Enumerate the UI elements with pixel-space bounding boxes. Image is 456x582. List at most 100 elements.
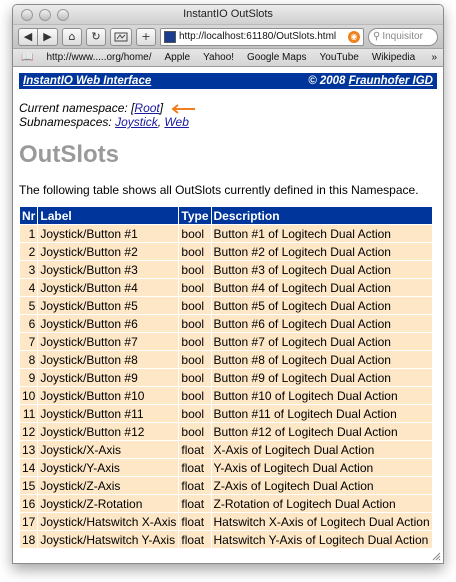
- home-button[interactable]: ⌂: [62, 27, 82, 46]
- cell-type: float: [179, 459, 211, 476]
- page-content: InstantIO Web Interface © 2008 Fraunhofe…: [13, 67, 443, 549]
- cell-type: bool: [179, 279, 211, 296]
- current-namespace-line: Current namespace: [Root]: [19, 101, 437, 115]
- table-row: 1 Joystick/Button #1 bool Button #1 of Logi…: [20, 225, 432, 242]
- cell-nr: 12: [20, 423, 38, 440]
- table-row: 7 Joystick/Button #7 bool Button #7 of Logi…: [20, 333, 432, 350]
- cell-type: float: [179, 531, 211, 548]
- search-icon: ⚲: [373, 31, 381, 42]
- cell-type: float: [179, 513, 211, 530]
- site-favicon-icon: [164, 30, 176, 43]
- cell-type: bool: [179, 315, 211, 332]
- cell-description: Button #3 of Logitech Dual Action: [211, 261, 432, 278]
- cell-nr: 9: [20, 369, 38, 386]
- column-header-type: Type: [179, 207, 211, 224]
- add-tab-button[interactable]: +: [136, 27, 156, 46]
- cell-label: Joystick/Button #10: [38, 387, 179, 404]
- cell-label: Joystick/Button #7: [38, 333, 179, 350]
- cell-description: Button #4 of Logitech Dual Action: [211, 279, 432, 296]
- banner-home-link[interactable]: InstantIO Web Interface: [23, 75, 151, 87]
- cell-nr: 7: [20, 333, 38, 350]
- cell-label: Joystick/Button #1: [38, 225, 179, 242]
- cell-description: Button #1 of Logitech Dual Action: [211, 225, 432, 242]
- cell-nr: 16: [20, 495, 38, 512]
- bookmark-item[interactable]: http://www.....org/home/: [46, 52, 151, 63]
- bookmarks-book-icon[interactable]: 📖: [21, 52, 33, 63]
- cell-description: Button #5 of Logitech Dual Action: [211, 297, 432, 314]
- cell-type: float: [179, 495, 211, 512]
- title-bar: InstantIO OutSlots: [13, 5, 443, 25]
- cell-description: Button #10 of Logitech Dual Action: [211, 387, 432, 404]
- web-namespace-link[interactable]: Web: [164, 115, 188, 129]
- cell-type: bool: [179, 423, 211, 440]
- cell-nr: 5: [20, 297, 38, 314]
- cell-label: Joystick/Button #8: [38, 351, 179, 368]
- cell-type: bool: [179, 261, 211, 278]
- cell-description: Z-Rotation of Logitech Dual Action: [211, 495, 432, 512]
- cell-nr: 11: [20, 405, 38, 422]
- cell-label: Joystick/Button #2: [38, 243, 179, 260]
- cell-type: bool: [179, 297, 211, 314]
- cell-label: Joystick/X-Axis: [38, 441, 179, 458]
- url-text[interactable]: http://localhost:61180/OutSlots.html: [179, 31, 345, 42]
- browser-window: InstantIO OutSlots ◀ ▶ ⌂ ↻ + http://loca…: [12, 4, 444, 564]
- bookmark-item[interactable]: YouTube: [320, 52, 359, 63]
- reload-button[interactable]: ↻: [86, 27, 106, 46]
- cell-nr: 4: [20, 279, 38, 296]
- cell-type: bool: [179, 405, 211, 422]
- cell-description: Button #12 of Logitech Dual Action: [211, 423, 432, 440]
- window-title: InstantIO OutSlots: [183, 8, 273, 20]
- cell-nr: 17: [20, 513, 38, 530]
- table-row: 13 Joystick/X-Axis float X-Axis of Logitech…: [20, 441, 432, 458]
- cell-type: bool: [179, 225, 211, 242]
- fraunhofer-link[interactable]: Fraunhofer IGD: [349, 75, 433, 87]
- bookmark-item[interactable]: Wikipedia: [372, 52, 415, 63]
- cell-type: bool: [179, 333, 211, 350]
- table-row: 4 Joystick/Button #4 bool Button #4 of Logi…: [20, 279, 432, 296]
- table-row: 5 Joystick/Button #5 bool Button #5 of Logi…: [20, 297, 432, 314]
- current-namespace-label: Current namespace:: [19, 101, 132, 115]
- more-bookmarks-icon[interactable]: »: [431, 52, 437, 63]
- table-header-row: Nr Label Type Description: [20, 207, 432, 224]
- cell-label: Joystick/Button #12: [38, 423, 179, 440]
- back-button[interactable]: ◀: [18, 27, 38, 46]
- cell-description: Button #7 of Logitech Dual Action: [211, 333, 432, 350]
- snapback-icon: [114, 32, 128, 41]
- table-row: 11 Joystick/Button #11 bool Button #11 of L…: [20, 405, 432, 422]
- cell-label: Joystick/Z-Axis: [38, 477, 179, 494]
- cell-label: Joystick/Button #4: [38, 279, 179, 296]
- cell-nr: 18: [20, 531, 38, 548]
- cell-nr: 3: [20, 261, 38, 278]
- cell-label: Joystick/Z-Rotation: [38, 495, 179, 512]
- cell-description: Button #2 of Logitech Dual Action: [211, 243, 432, 260]
- forward-button[interactable]: ▶: [38, 27, 58, 46]
- cell-label: Joystick/Hatswitch X-Axis: [38, 513, 179, 530]
- cell-description: Button #6 of Logitech Dual Action: [211, 315, 432, 332]
- table-row: 8 Joystick/Button #8 bool Button #8 of Logi…: [20, 351, 432, 368]
- cell-description: Button #8 of Logitech Dual Action: [211, 351, 432, 368]
- cell-nr: 8: [20, 351, 38, 368]
- root-namespace-link[interactable]: Root: [134, 101, 159, 115]
- resize-grip-icon[interactable]: [431, 551, 441, 561]
- table-row: 10 Joystick/Button #10 bool Button #10 of L…: [20, 387, 432, 404]
- cell-description: X-Axis of Logitech Dual Action: [211, 441, 432, 458]
- bookmarks-bar: 📖 http://www.....org/home/ Apple Yahoo! …: [13, 49, 443, 67]
- cell-type: bool: [179, 351, 211, 368]
- cell-nr: 15: [20, 477, 38, 494]
- search-field[interactable]: ⚲ Inquisitor: [368, 27, 438, 46]
- table-row: 2 Joystick/Button #2 bool Button #2 of Logi…: [20, 243, 432, 260]
- history-buttons: ◀ ▶: [18, 27, 58, 46]
- cell-label: Joystick/Button #5: [38, 297, 179, 314]
- address-bar[interactable]: http://localhost:61180/OutSlots.html ◉: [160, 27, 364, 46]
- rss-icon[interactable]: ◉: [348, 30, 360, 43]
- cell-description: Hatswitch Y-Axis of Logitech Dual Action: [211, 531, 432, 548]
- bookmark-item[interactable]: Apple: [165, 52, 191, 63]
- bookmark-item[interactable]: Google Maps: [247, 52, 306, 63]
- bookmark-item[interactable]: Yahoo!: [203, 52, 234, 63]
- snapback-button[interactable]: [110, 27, 132, 46]
- table-row: 9 Joystick/Button #9 bool Button #9 of Logi…: [20, 369, 432, 386]
- table-row: 6 Joystick/Button #6 bool Button #6 of Logi…: [20, 315, 432, 332]
- joystick-namespace-link[interactable]: Joystick: [115, 115, 158, 129]
- table-row: 3 Joystick/Button #3 bool Button #3 of Logi…: [20, 261, 432, 278]
- cell-nr: 6: [20, 315, 38, 332]
